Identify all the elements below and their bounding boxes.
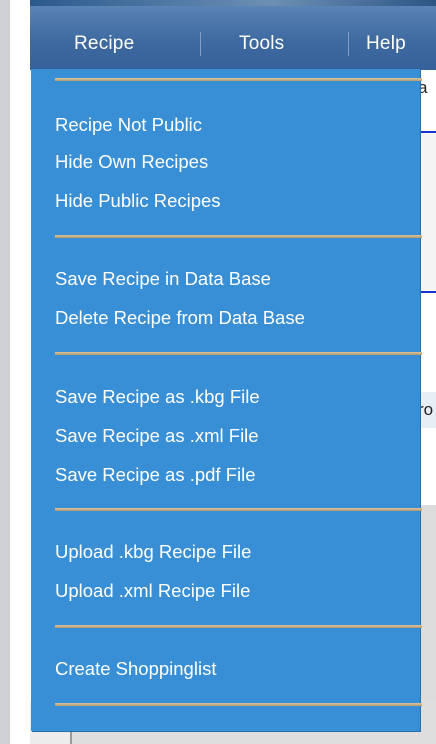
background-text-fragment: a [418, 78, 428, 97]
recipe-dropdown-menu: Recipe Not Public Hide Own Recipes Hide … [31, 69, 422, 731]
menu-item-save-kbg-file[interactable]: Save Recipe as .kbg File [55, 383, 260, 411]
menu-recipe[interactable]: Recipe [74, 31, 134, 57]
background-divider [418, 131, 436, 133]
menu-bar: Recipe Tools Help [30, 6, 436, 70]
menu-item-save-pdf-file[interactable]: Save Recipe as .pdf File [55, 461, 256, 489]
background-text-fragment: ro [418, 400, 434, 419]
menu-separator [55, 625, 422, 628]
menu-separator [55, 703, 422, 706]
menu-separator [55, 352, 422, 355]
background-panel [418, 134, 436, 290]
window-left-strip [0, 0, 10, 744]
menu-item-delete-recipe-db[interactable]: Delete Recipe from Data Base [55, 304, 305, 332]
menu-separator [348, 32, 349, 56]
background-divider [418, 291, 436, 293]
menu-item-hide-own-recipes[interactable]: Hide Own Recipes [55, 148, 208, 176]
menu-item-save-xml-file[interactable]: Save Recipe as .xml File [55, 422, 259, 450]
menu-item-recipe-not-public[interactable]: Recipe Not Public [55, 111, 202, 139]
menu-item-upload-kbg-file[interactable]: Upload .kbg Recipe File [55, 538, 251, 566]
menu-item-upload-xml-file[interactable]: Upload .xml Recipe File [55, 577, 250, 605]
menu-separator [55, 235, 422, 238]
menu-separator [55, 508, 422, 511]
menu-item-hide-public-recipes[interactable]: Hide Public Recipes [55, 187, 221, 215]
menu-separator [200, 32, 201, 56]
background-panel [418, 505, 436, 705]
menu-item-create-shoppinglist[interactable]: Create Shoppinglist [55, 655, 216, 683]
menu-separator [55, 78, 422, 81]
menu-tools[interactable]: Tools [239, 31, 284, 57]
window-left-edge [10, 0, 30, 744]
menu-item-save-recipe-db[interactable]: Save Recipe in Data Base [55, 265, 271, 293]
menu-help[interactable]: Help [366, 31, 406, 57]
